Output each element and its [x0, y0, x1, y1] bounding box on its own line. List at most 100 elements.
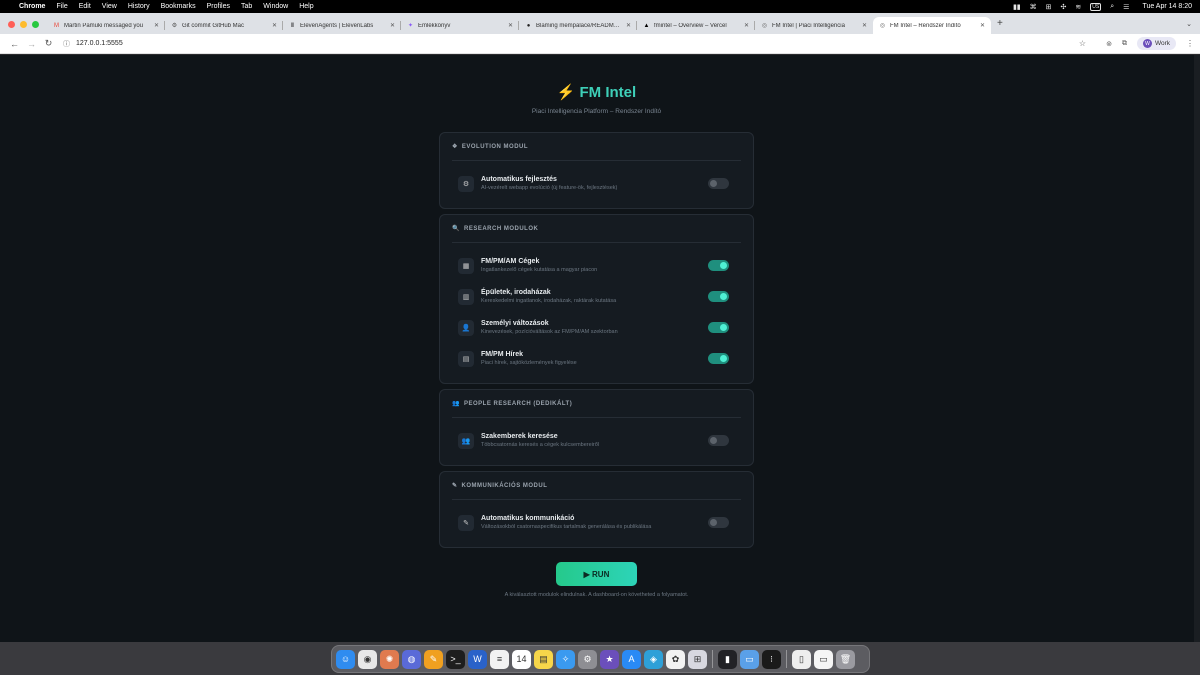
extensions-puzzle-icon[interactable]: ⧉: [1122, 40, 1127, 48]
settings-icon[interactable]: ⚙: [578, 649, 597, 669]
page-title: ⚡ FM Intel: [556, 84, 637, 101]
browser-tab[interactable]: ⚙ Git commit GitHub Mac ✕: [165, 17, 283, 34]
browser-tab[interactable]: ▲ fmintel – Overview – Vercel ✕: [637, 17, 755, 34]
extension-icon[interactable]: ⊚: [1106, 40, 1112, 48]
tab-close-icon[interactable]: ✕: [272, 22, 277, 29]
module-row[interactable]: ▥ Épületek, irodaházak Kereskedelmi ingat…: [452, 281, 741, 312]
browser-tab[interactable]: ◎ FM Intel | Piaci Intelligencia ✕: [755, 17, 873, 34]
notes-list-icon[interactable]: ≡: [490, 649, 509, 669]
omnibox[interactable]: ⓘ 127.0.0.1:5555: [63, 37, 1069, 51]
new-tab-button[interactable]: +: [997, 18, 1003, 29]
trash-icon[interactable]: 🗑: [836, 649, 855, 669]
reload-button[interactable]: ↻: [40, 38, 57, 49]
module-toggle[interactable]: [708, 435, 729, 446]
browser-tab[interactable]: ✦ Emlékkönyv ✕: [401, 17, 519, 34]
app-grid-icon[interactable]: ⁝: [762, 649, 781, 669]
tab-close-icon[interactable]: ✕: [390, 22, 395, 29]
status-icon[interactable]: ▮▮: [1013, 3, 1021, 11]
status-icon[interactable]: ⊞: [1046, 3, 1052, 11]
run-button[interactable]: ▶ RUN: [556, 562, 637, 586]
forward-button[interactable]: →: [23, 39, 40, 49]
module-toggle[interactable]: [708, 291, 729, 302]
url-text[interactable]: 127.0.0.1:5555: [76, 40, 123, 47]
status-icon[interactable]: ⌘: [1030, 3, 1037, 11]
calendar-icon[interactable]: 14: [512, 649, 531, 669]
app-window-icon[interactable]: ▭: [740, 649, 759, 669]
browser-tab[interactable]: ◎ FM Intel – Rendszer Indító ✕: [873, 17, 991, 34]
menu-view[interactable]: View: [102, 3, 117, 10]
control-center-icon[interactable]: ☰: [1123, 3, 1129, 11]
terminal-icon[interactable]: >_: [446, 649, 465, 669]
claude-icon[interactable]: ✺: [380, 649, 399, 669]
toggle-knob: [710, 519, 717, 526]
toggle-knob: [710, 437, 717, 444]
bolt-icon: ⚡: [556, 84, 576, 101]
browser-tab[interactable]: ● Blaming mempalace/README.md ✕: [519, 17, 637, 34]
photos-icon[interactable]: ✿: [666, 649, 685, 669]
menu-window[interactable]: Window: [263, 3, 288, 10]
menu-help[interactable]: Help: [299, 3, 313, 10]
zoom-window-button[interactable]: [32, 21, 39, 28]
module-toggle[interactable]: [708, 322, 729, 333]
module-row[interactable]: ✎ Automatikus kommunikáció Változásokból …: [452, 507, 741, 538]
module-row[interactable]: 👥 Szakemberek keresése Többcsatornás kere…: [452, 425, 741, 456]
wifi-icon[interactable]: ≋: [1075, 3, 1081, 11]
app-blue-icon[interactable]: ◍: [402, 649, 421, 669]
tab-close-icon[interactable]: ✕: [508, 22, 513, 29]
bookmark-star-icon[interactable]: ☆: [1079, 39, 1086, 48]
input-source-icon[interactable]: US: [1090, 2, 1102, 11]
tab-close-icon[interactable]: ✕: [154, 22, 159, 29]
app-bars-icon[interactable]: ▮: [718, 649, 737, 669]
module-card: 🔍 RESEARCH MODULOK ▦ FM/PM/AM Cégek Ingatl…: [439, 214, 754, 384]
app-green-icon[interactable]: ◈: [644, 649, 663, 669]
tab-close-icon[interactable]: ✕: [626, 22, 631, 29]
module-row[interactable]: ▦ FM/PM/AM Cégek Ingatlankezelő cégek kut…: [452, 250, 741, 281]
chrome-menu-icon[interactable]: ⋮: [1186, 39, 1194, 48]
menu-edit[interactable]: Edit: [79, 3, 91, 10]
pencil-icon[interactable]: ✎: [424, 649, 443, 669]
profile-button[interactable]: W Work: [1136, 37, 1176, 50]
toggle-knob: [720, 355, 727, 362]
browser-tab[interactable]: Ⅱ ElevenAgents | ElevenLabs ✕: [283, 17, 401, 34]
module-toggle[interactable]: [708, 178, 729, 189]
module-toggle[interactable]: [708, 517, 729, 528]
browser-tab[interactable]: M Martin Pamuki messaged you ✕: [47, 17, 165, 34]
appstore-icon[interactable]: A: [622, 649, 641, 669]
notes-icon[interactable]: ▤: [534, 649, 553, 669]
menu-history[interactable]: History: [128, 3, 150, 10]
imovie-icon[interactable]: ★: [600, 649, 619, 669]
module-description: Ingatlankezelő cégek kutatása a magyar p…: [481, 267, 598, 273]
menu-chrome[interactable]: Chrome: [19, 3, 45, 10]
chrome-icon[interactable]: ◉: [358, 649, 377, 669]
site-info-icon[interactable]: ⓘ: [63, 39, 70, 49]
module-row[interactable]: 👤 Személyi változások Kinevezések, pozíci…: [452, 312, 741, 343]
menu-tab[interactable]: Tab: [241, 3, 252, 10]
launchpad-icon[interactable]: ⊞: [688, 649, 707, 669]
tab-title: fmintel – Overview – Vercel: [654, 22, 727, 29]
close-window-button[interactable]: [8, 21, 15, 28]
safari-icon[interactable]: ✧: [556, 649, 575, 669]
module-icon: ▤: [458, 350, 474, 367]
spotlight-icon[interactable]: ⌕: [1110, 3, 1114, 11]
menu-file[interactable]: File: [56, 3, 67, 10]
module-row[interactable]: ⚙ Automatikus fejlesztés AI-vezérelt weba…: [452, 168, 741, 199]
doc-icon[interactable]: ▯: [792, 649, 811, 669]
module-row[interactable]: ▤ FM/PM Hírek Piaci hírek, sajtóközlemény…: [452, 343, 741, 374]
tab-close-icon[interactable]: ✕: [744, 22, 749, 29]
menu-profiles[interactable]: Profiles: [207, 3, 230, 10]
module-toggle[interactable]: [708, 353, 729, 364]
word-icon[interactable]: W: [468, 649, 487, 669]
back-button[interactable]: ←: [6, 39, 23, 49]
status-icon[interactable]: ✣: [1061, 3, 1067, 11]
page-scrollbar[interactable]: [1194, 55, 1200, 642]
minimize-window-button[interactable]: [20, 21, 27, 28]
tab-search-button[interactable]: ⌄: [1186, 20, 1192, 28]
tab-close-icon[interactable]: ✕: [862, 22, 867, 29]
module-toggle[interactable]: [708, 260, 729, 271]
tab-close-icon[interactable]: ✕: [980, 22, 985, 29]
menu-bookmarks[interactable]: Bookmarks: [161, 3, 196, 10]
finder-icon[interactable]: ☺: [336, 649, 355, 669]
menubar-clock[interactable]: Tue Apr 14 8:20: [1142, 3, 1192, 10]
preview-icon[interactable]: ▭: [814, 649, 833, 669]
dock-separator: [786, 650, 787, 668]
